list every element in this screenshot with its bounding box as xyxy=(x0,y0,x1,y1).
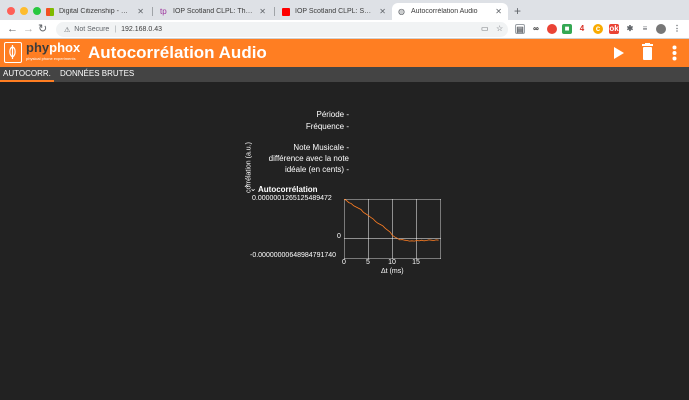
play-icon[interactable] xyxy=(613,46,625,60)
reading-list-icon[interactable]: ≡ xyxy=(640,24,650,34)
address-bar[interactable]: ⚠ Not Secure | 192.168.0.43 ▭ ☆ xyxy=(56,22,508,37)
y-axis-label: corrélation (a.u.) xyxy=(245,142,253,193)
browser-tab-title: Autocorrélation Audio xyxy=(411,8,478,15)
x-tick-label: 0 xyxy=(342,259,346,266)
new-tab-icon[interactable]: + xyxy=(514,4,521,18)
diff-row-line1: différence avec la note xyxy=(200,154,349,164)
logo-tagline: physical phone experiments xyxy=(26,56,76,61)
diff-label-line1: différence avec la note xyxy=(268,154,349,163)
youtube-icon xyxy=(282,7,290,16)
tab-divider xyxy=(152,7,153,16)
trash-icon[interactable] xyxy=(641,43,654,61)
browser-tab-title: Digital Citizenship - Microsoft xyxy=(59,8,131,15)
y-tick-label: 0 xyxy=(337,233,341,240)
warning-icon: ⚠ xyxy=(64,26,71,34)
reload-icon[interactable]: ↻ xyxy=(38,23,47,35)
browser-toolbar: ← → ↻ ⚠ Not Secure | 192.168.0.43 ▭ ☆ ▤ … xyxy=(0,20,689,39)
frequence-label: Fréquence xyxy=(305,122,345,131)
browser-tab-title: IOP Scotland CLPL: Smartphone xyxy=(295,8,373,15)
not-secure-label: Not Secure xyxy=(74,26,110,33)
note-value: - xyxy=(346,143,349,152)
iop-icon: tp xyxy=(160,6,167,16)
browser-tab-3[interactable]: IOP Scotland CLPL: Smartphone ✕ xyxy=(276,3,392,20)
frequence-row: Fréquence - xyxy=(200,122,349,132)
bookmark-star-icon[interactable]: ☆ xyxy=(496,24,503,33)
periode-label: Période xyxy=(316,110,345,119)
browser-tab-title: IOP Scotland CLPL: The Solar xyxy=(173,8,253,15)
x-axis-label: Δt (ms) xyxy=(381,268,404,275)
frequence-value: - xyxy=(346,122,349,131)
x-tick-label: 15 xyxy=(412,259,420,266)
browser-tab-active[interactable]: ◍ Autocorrélation Audio ✕ xyxy=(392,3,508,20)
extension-four-icon[interactable]: 4 xyxy=(577,24,587,34)
page-title: Autocorrélation Audio xyxy=(88,43,267,62)
app-header: phyphox physical phone experiments Autoc… xyxy=(0,39,689,67)
more-vert-icon[interactable] xyxy=(672,45,677,61)
extension-glasses-icon[interactable]: ∞ xyxy=(531,24,541,34)
graph-title: Autocorrélation xyxy=(258,185,318,194)
close-window-icon[interactable] xyxy=(7,7,15,15)
browser-tab-2[interactable]: tp IOP Scotland CLPL: The Solar ✕ xyxy=(154,3,272,20)
close-tab-icon[interactable]: ✕ xyxy=(495,7,502,16)
close-tab-icon[interactable]: ✕ xyxy=(137,7,144,16)
x-tick-label: 10 xyxy=(388,259,396,266)
logo-phy: phy xyxy=(26,40,50,55)
extension-orange-icon[interactable]: c xyxy=(593,24,603,34)
back-arrow-icon[interactable]: ← xyxy=(7,23,18,35)
note-row: Note Musicale - xyxy=(200,143,349,153)
tab-divider xyxy=(274,7,275,16)
diff-value: - xyxy=(346,165,349,174)
browser-tab-1[interactable]: Digital Citizenship - Microsoft ✕ xyxy=(40,3,150,20)
diff-row-line2: idéale (en cents) - xyxy=(200,165,349,175)
periode-value: - xyxy=(346,110,349,119)
minimize-window-icon[interactable] xyxy=(20,7,28,15)
cast-icon[interactable]: ▭ xyxy=(481,24,489,33)
profile-avatar[interactable] xyxy=(656,24,666,34)
tab-autocorr[interactable]: AUTOCORR. xyxy=(0,67,54,82)
close-tab-icon[interactable]: ✕ xyxy=(259,7,266,16)
tab-raw-data[interactable]: DONNÉES BRUTES xyxy=(57,67,137,82)
note-label: Note Musicale xyxy=(293,143,345,152)
view-tabs: AUTOCORR. DONNÉES BRUTES xyxy=(0,67,689,82)
diff-label-line2: idéale (en cents) xyxy=(284,165,345,174)
extension-ok-icon[interactable]: ok xyxy=(609,24,619,34)
browser-menu-icon[interactable]: ⋮ xyxy=(672,24,682,34)
y-tick-label: 0.0000001265125489472 xyxy=(252,195,332,202)
extension-red-icon[interactable] xyxy=(547,24,557,34)
browser-tab-strip: Digital Citizenship - Microsoft ✕ tp IOP… xyxy=(0,0,689,20)
extension-green-icon[interactable]: ■ xyxy=(562,24,572,34)
logo-phox: phox xyxy=(49,40,81,55)
address-divider: | xyxy=(114,26,117,33)
autocorrelation-plot[interactable] xyxy=(344,199,441,259)
phyphox-wordmark: phyphox xyxy=(26,41,80,55)
close-tab-icon[interactable]: ✕ xyxy=(379,7,386,16)
phyphox-logo-icon xyxy=(4,42,22,63)
globe-icon: ◍ xyxy=(398,6,405,16)
extensions-puzzle-icon[interactable]: ✱ xyxy=(625,24,635,34)
periode-row: Période - xyxy=(200,110,349,120)
microsoft-icon xyxy=(46,7,54,16)
y-tick-label: -0.00000000648984791740 xyxy=(250,252,337,259)
forward-arrow-icon[interactable]: → xyxy=(23,23,34,35)
extension-doc-icon[interactable]: ▤ xyxy=(515,24,525,34)
url-text: 192.168.0.43 xyxy=(121,26,163,33)
x-tick-label: 5 xyxy=(366,259,370,266)
